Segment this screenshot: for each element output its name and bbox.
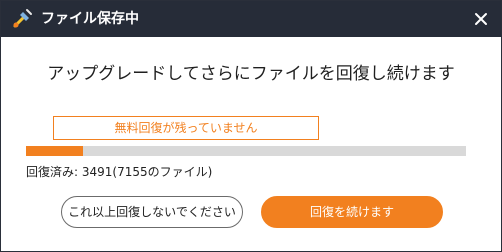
close-button[interactable] [469,7,493,31]
recovery-status-text: 回復済み: 3491(7155のファイル) [26,165,213,179]
app-logo-icon [11,8,33,30]
recovery-progress-bar [26,146,466,156]
continue-recovery-button[interactable]: 回復を続けます [261,196,443,228]
progress-fill [26,146,84,156]
close-icon [475,13,487,25]
dialog-window: ファイル保存中 アップグレードしてさらにファイルを回復し続けます 無料回復が残っ… [0,0,502,252]
no-free-recovery-notice: 無料回復が残っていません [53,116,319,140]
stop-recovery-button[interactable]: これ以上回復しないでください [61,196,243,228]
dialog-title: ファイル保存中 [41,11,139,27]
upgrade-headline: アップグレードしてさらにファイルを回復し続けます [47,64,455,84]
title-bar: ファイル保存中 [1,1,501,37]
